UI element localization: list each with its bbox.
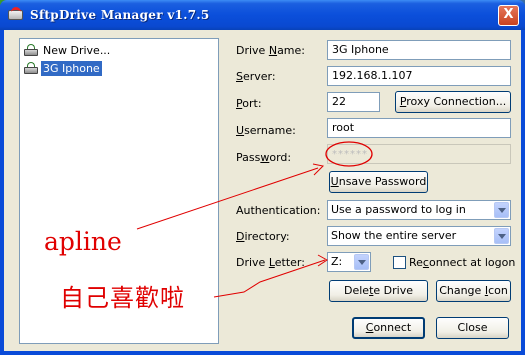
window-close-button[interactable]: X (498, 5, 519, 26)
drive-name-field[interactable]: 3G Iphone (327, 40, 511, 60)
chevron-down-icon[interactable] (494, 228, 509, 244)
reconnect-checkbox[interactable] (393, 256, 406, 269)
drive-item-new-drive[interactable]: New Drive... (23, 42, 112, 58)
authentication-select[interactable]: Use a password to log in (327, 200, 511, 220)
drive-letter-select[interactable]: Z: (327, 252, 371, 272)
close-icon: X (503, 7, 514, 22)
reconnect-label[interactable]: Reconnect at logon (409, 256, 515, 269)
username-field[interactable]: root (327, 118, 511, 138)
username-label: Username: (236, 124, 296, 137)
chevron-down-icon[interactable] (494, 202, 509, 218)
close-button[interactable]: Close (436, 317, 509, 339)
drive-item-label: New Drive... (43, 43, 111, 57)
port-label: Port: (236, 97, 262, 110)
server-label: Server: (236, 70, 276, 83)
drive-item-label: 3G Iphone (41, 60, 102, 76)
directory-value: Show the entire server (331, 229, 457, 242)
drive-letter-label: Drive Letter: (236, 256, 305, 269)
title-bar[interactable]: SftpDrive Manager v1.7.5 X (0, 0, 525, 30)
authentication-value: Use a password to log in (331, 203, 466, 216)
port-field[interactable]: 22 (327, 92, 380, 112)
drive-letter-value: Z: (331, 255, 343, 268)
server-field[interactable]: 192.168.1.107 (327, 66, 511, 86)
window-title: SftpDrive Manager v1.7.5 (30, 8, 210, 22)
connect-button[interactable]: Connect (352, 317, 425, 339)
annotation-text-chinese: 自己喜歡啦 (60, 284, 185, 312)
delete-drive-button[interactable]: Delete Drive (329, 280, 428, 302)
drive-item-3g-iphone[interactable]: 3G Iphone (23, 60, 102, 76)
directory-label: Directory: (236, 230, 290, 243)
sftpdrive-app-icon (8, 7, 24, 23)
proxy-connection-button[interactable]: Proxy Connection... (395, 91, 511, 113)
drive-name-label: Drive Name: (236, 44, 305, 57)
password-field[interactable]: ****** (327, 144, 511, 164)
authentication-label: Authentication: (236, 204, 321, 217)
password-label: Password: (236, 151, 292, 164)
network-drive-icon (23, 61, 39, 75)
unsave-password-button[interactable]: Unsave Password (329, 171, 428, 193)
chevron-down-icon[interactable] (354, 254, 369, 270)
annotation-text-apline: apline (44, 227, 122, 256)
change-icon-button[interactable]: Change Icon (436, 280, 511, 302)
password-mask: ****** (332, 149, 368, 160)
network-drive-icon (23, 43, 39, 57)
directory-select[interactable]: Show the entire server (327, 226, 511, 246)
